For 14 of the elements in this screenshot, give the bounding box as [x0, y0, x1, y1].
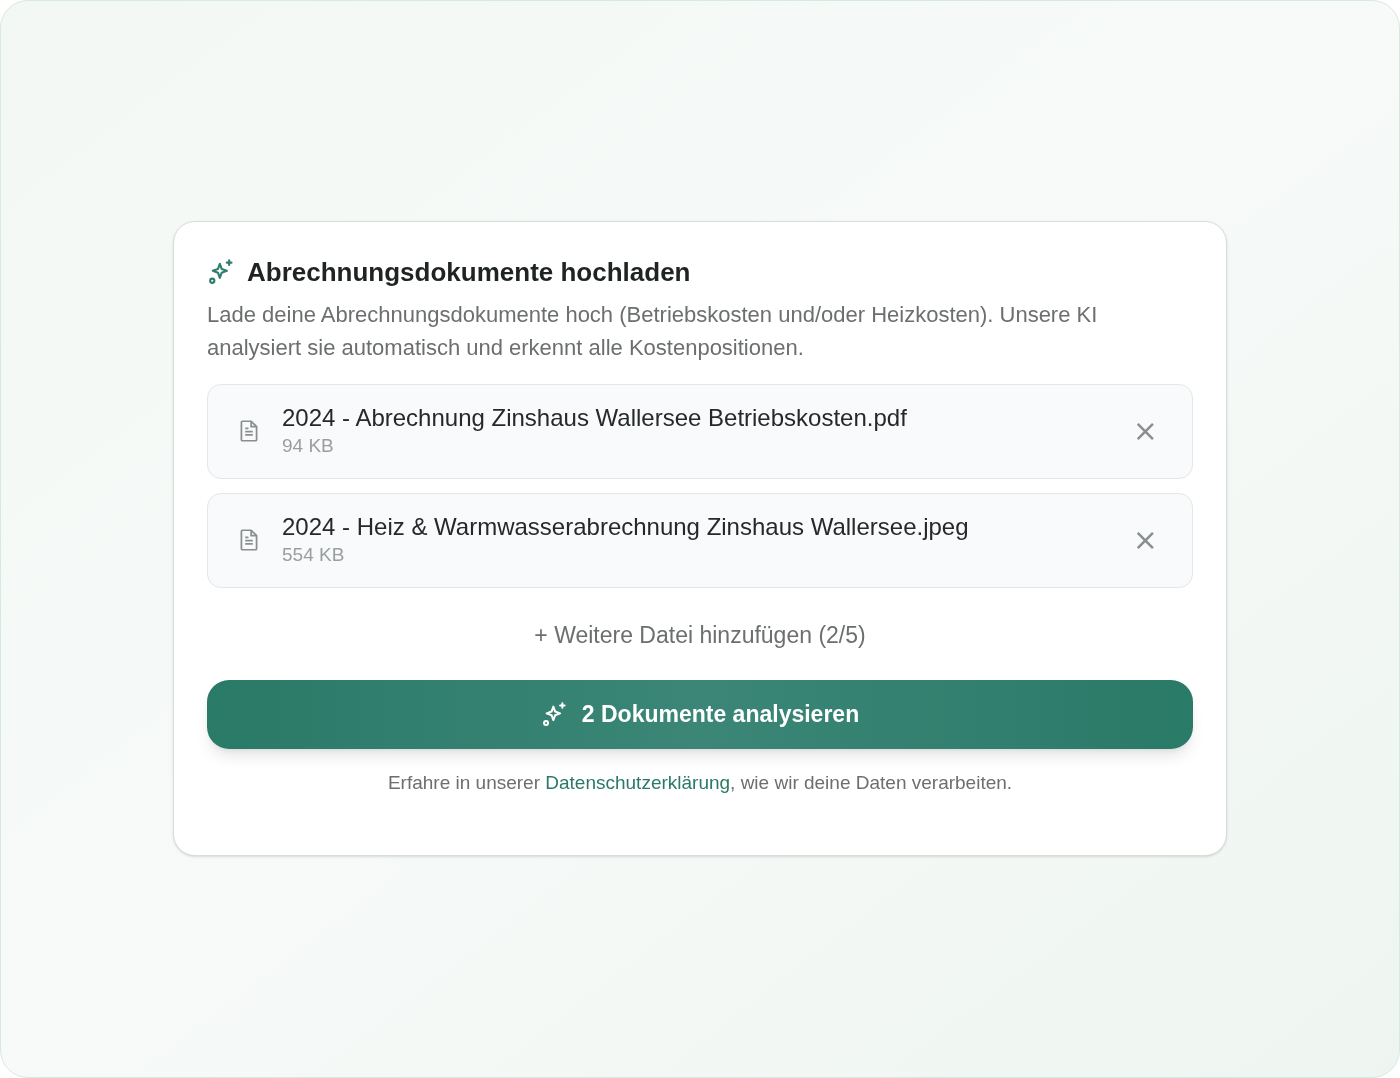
- privacy-link[interactable]: Datenschutzerklärung: [545, 772, 731, 793]
- privacy-note: Erfahre in unserer Datenschutzerklärung, wie wir deine Daten verarbeiten.: [386, 771, 1014, 795]
- sparkle-icon: [207, 257, 235, 286]
- description: Lade deine Abrechnungsdokumente hoch (Betriebskosten und/oder Heizkosten). Unsere KI analysiert sie automatisch und erkennt alle Kostenpositionen.: [207, 300, 1099, 362]
- sparkle-icon: [540, 701, 568, 728]
- add-file-link[interactable]: + Weitere Datei hinzufügen (2/5): [534, 617, 866, 652]
- file-name: 2024 - Abrechnung Zinshaus Wallersee Betriebskosten.pdf: [282, 403, 908, 433]
- remove-button[interactable]: ×: [1132, 525, 1158, 555]
- file-size: 554 KB: [282, 543, 346, 567]
- card-title: Abrechnungsdokumente hochladen: [247, 258, 691, 285]
- analyze-button[interactable]: 2 Dokumente analysieren: [207, 680, 1193, 749]
- file-size: 94 KB: [282, 434, 335, 458]
- remove-button[interactable]: ×: [1132, 416, 1158, 446]
- file-name: 2024 - Heiz & Warmwasserabrechnung Zinshaus Wallersee.jpeg: [282, 512, 970, 542]
